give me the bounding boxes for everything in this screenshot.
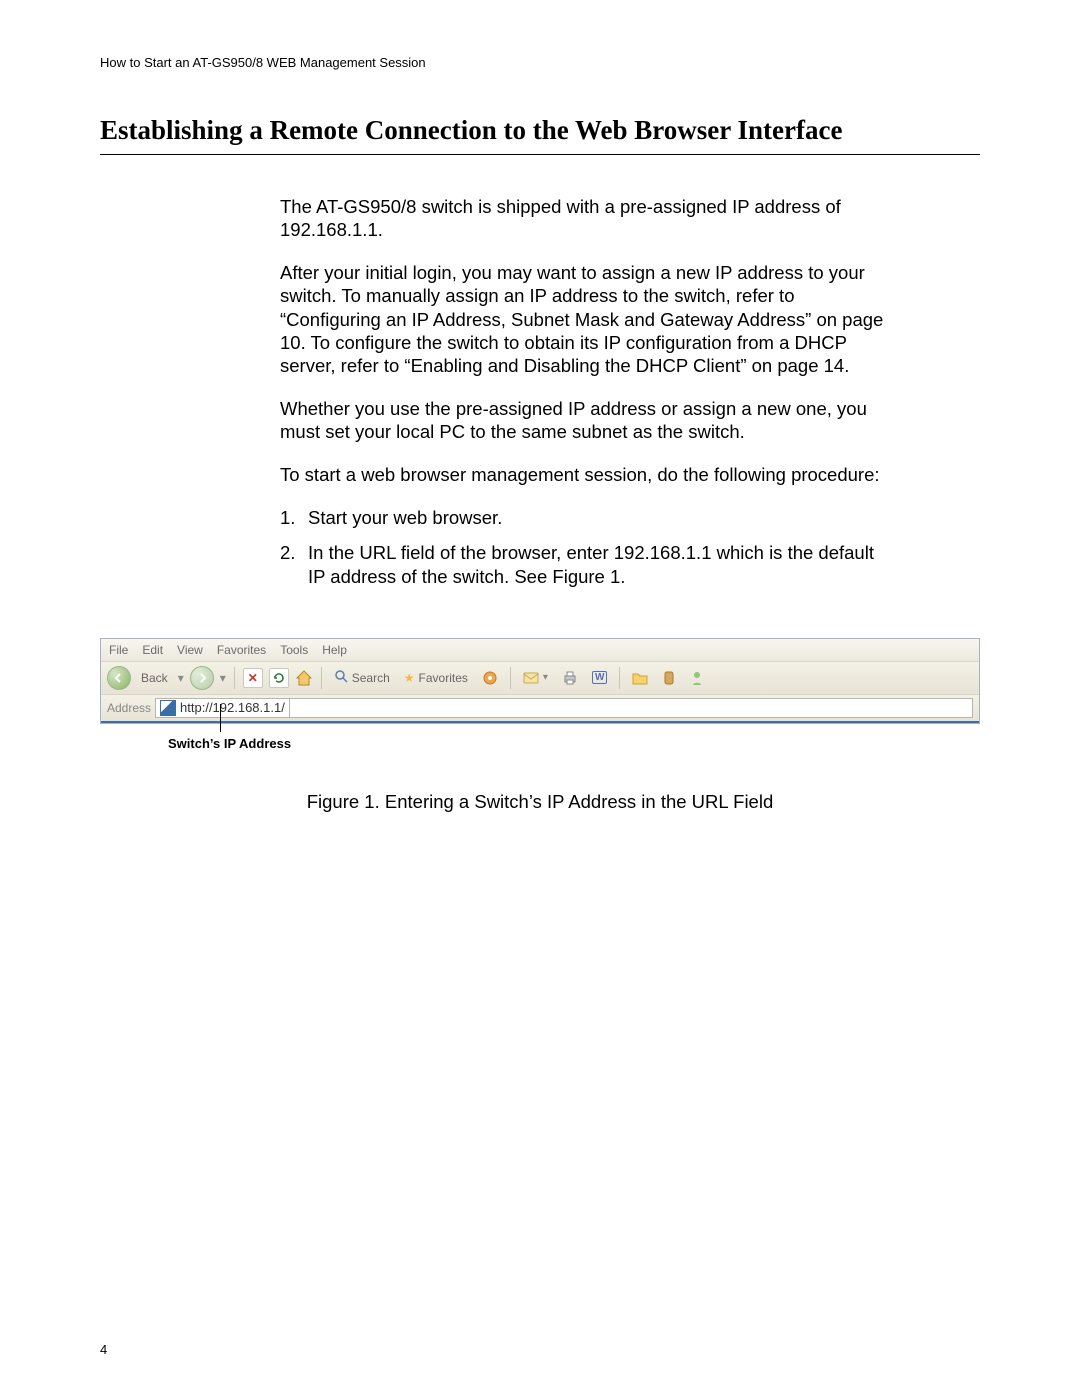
- procedure-steps: Start your web browser. In the URL field…: [280, 506, 890, 587]
- page-icon: [160, 700, 176, 716]
- step-item: Start your web browser.: [280, 506, 890, 529]
- separator: [510, 667, 511, 689]
- callout-label: Switch’s IP Address: [168, 732, 980, 751]
- figure-browser-screenshot: File Edit View Favorites Tools Help Back…: [100, 638, 980, 813]
- paragraph: After your initial login, you may want t…: [280, 261, 890, 377]
- folder-icon[interactable]: [628, 669, 652, 687]
- media-glyph-icon: [482, 670, 498, 686]
- star-icon: ★: [404, 671, 415, 685]
- home-glyph-icon: [295, 669, 313, 687]
- search-button[interactable]: Search: [330, 667, 394, 688]
- ie-address-bar: Address http://192.168.1.1/: [101, 695, 979, 723]
- body-column: The AT-GS950/8 switch is shipped with a …: [280, 195, 890, 588]
- research-glyph-icon: [662, 670, 676, 686]
- separator: [234, 667, 235, 689]
- paragraph: To start a web browser management sessio…: [280, 463, 890, 486]
- callout-line: [220, 704, 221, 732]
- print-glyph-icon: [562, 670, 578, 686]
- w-glyph-icon: W: [592, 671, 607, 684]
- research-icon[interactable]: [658, 668, 680, 688]
- arrow-right-icon: [197, 673, 207, 683]
- page-number: 4: [100, 1342, 107, 1357]
- address-field-remainder[interactable]: [290, 698, 973, 718]
- messenger-glyph-icon: [690, 670, 704, 686]
- refresh-glyph-icon: [273, 672, 285, 684]
- menu-file[interactable]: File: [109, 643, 128, 657]
- search-label: Search: [352, 671, 390, 685]
- ie-toolbar: Back ▾ ▾ ✕ Search: [101, 662, 979, 695]
- arrow-left-icon: [114, 673, 124, 683]
- messenger-icon[interactable]: [686, 668, 708, 688]
- menu-tools[interactable]: Tools: [280, 643, 308, 657]
- figure-callout: Switch’s IP Address: [220, 732, 980, 751]
- figure-caption: Figure 1. Entering a Switch’s IP Address…: [100, 791, 980, 813]
- favorites-label: Favorites: [419, 671, 468, 685]
- step-item: In the URL field of the browser, enter 1…: [280, 541, 890, 587]
- menu-favorites[interactable]: Favorites: [217, 643, 266, 657]
- home-icon[interactable]: [295, 669, 313, 687]
- print-icon[interactable]: [558, 668, 582, 688]
- mail-glyph-icon: [523, 671, 539, 685]
- paragraph: Whether you use the pre-assigned IP addr…: [280, 397, 890, 443]
- edit-icon[interactable]: W: [588, 669, 611, 686]
- dropdown-caret-icon: ▾: [543, 672, 548, 683]
- mail-icon[interactable]: ▾: [519, 669, 552, 687]
- address-label: Address: [107, 701, 151, 715]
- dropdown-caret-icon[interactable]: ▾: [178, 671, 184, 685]
- section-title: Establishing a Remote Connection to the …: [100, 115, 980, 155]
- search-icon: [334, 669, 348, 686]
- separator: [321, 667, 322, 689]
- ie-menubar: File Edit View Favorites Tools Help: [101, 639, 979, 662]
- paragraph: The AT-GS950/8 switch is shipped with a …: [280, 195, 890, 241]
- favorites-button[interactable]: ★ Favorites: [400, 669, 472, 687]
- forward-button[interactable]: [190, 666, 214, 690]
- running-head: How to Start an AT-GS950/8 WEB Managemen…: [100, 55, 980, 70]
- address-text: http://192.168.1.1/: [180, 700, 285, 715]
- folder-glyph-icon: [632, 671, 648, 685]
- separator: [619, 667, 620, 689]
- menu-view[interactable]: View: [177, 643, 203, 657]
- media-icon[interactable]: [478, 668, 502, 688]
- stop-icon[interactable]: ✕: [243, 668, 263, 688]
- back-label: Back: [137, 669, 172, 687]
- back-button[interactable]: [107, 666, 131, 690]
- dropdown-caret-icon[interactable]: ▾: [220, 671, 226, 685]
- menu-edit[interactable]: Edit: [142, 643, 163, 657]
- menu-help[interactable]: Help: [322, 643, 347, 657]
- refresh-icon[interactable]: [269, 668, 289, 688]
- ie-window: File Edit View Favorites Tools Help Back…: [100, 638, 980, 724]
- address-input[interactable]: http://192.168.1.1/: [155, 698, 290, 718]
